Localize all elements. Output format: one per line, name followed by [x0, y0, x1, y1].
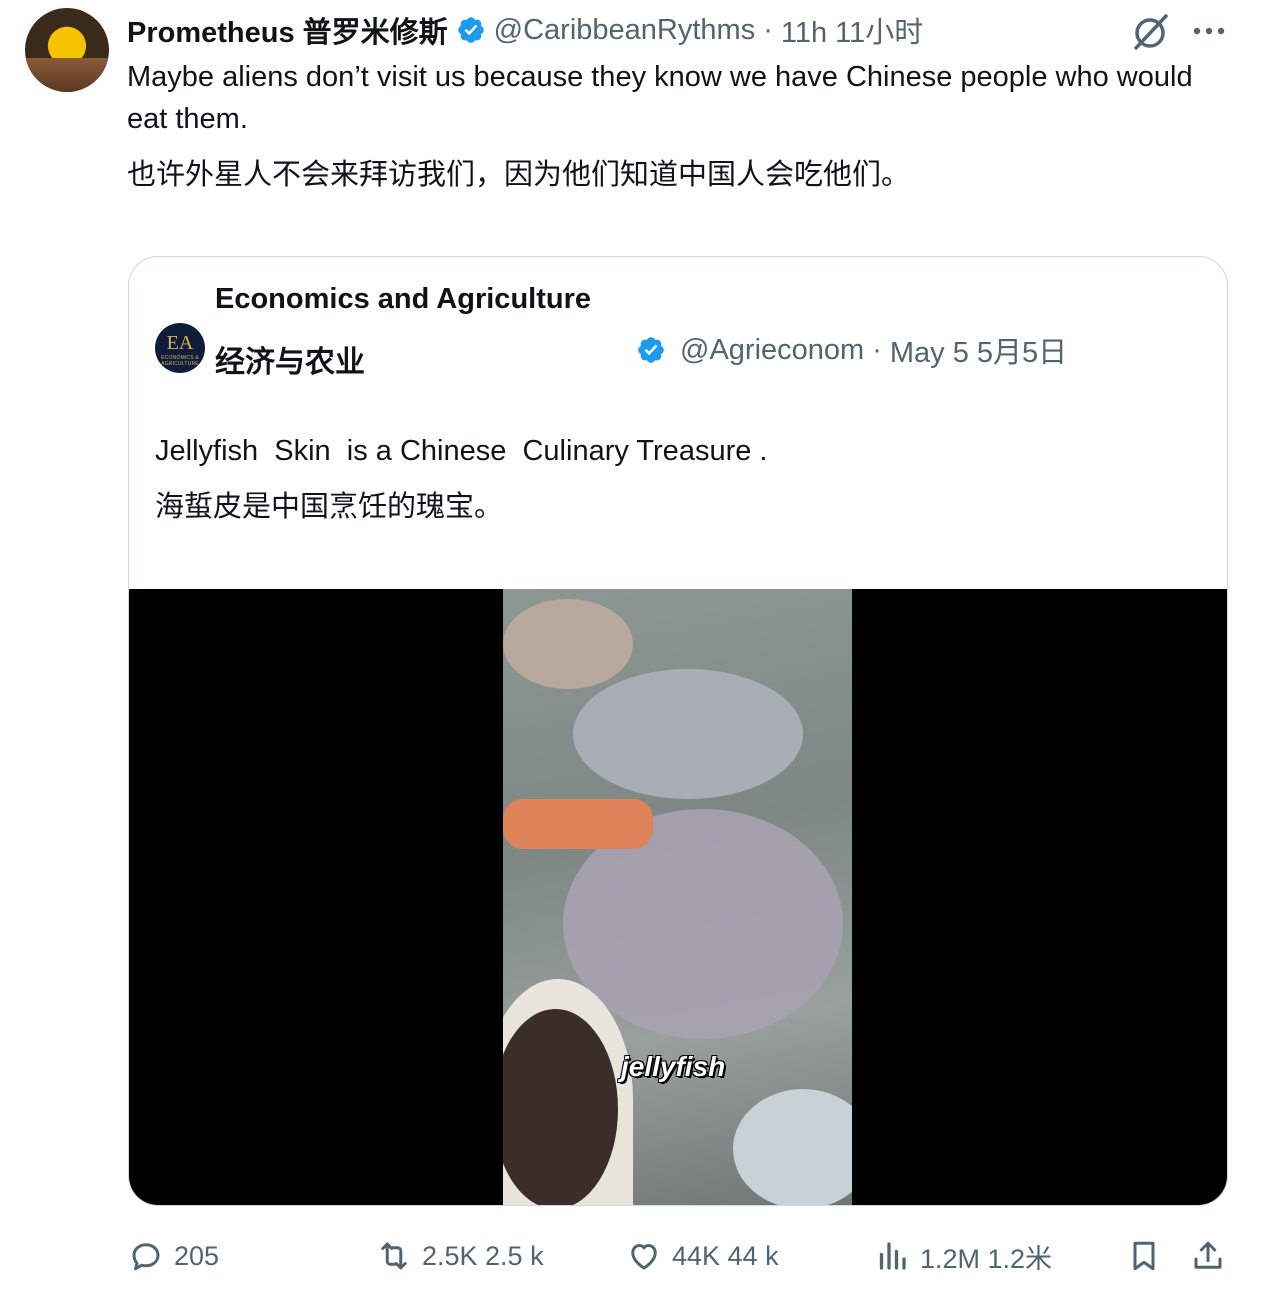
quoted-avatar-subtext: ECONOMICS & AGRICULTURE — [161, 355, 199, 367]
quoted-display-name[interactable]: Economics and Agriculture — [215, 283, 591, 316]
quoted-display-name-zh[interactable]: 经济与农业 — [215, 337, 365, 381]
reply-icon — [132, 1243, 160, 1271]
video-player[interactable]: jellyfish — [129, 589, 1227, 1205]
video-caption: jellyfish — [621, 1051, 726, 1082]
reply-button[interactable]: 205 — [128, 1226, 219, 1286]
separator-dot: · — [872, 333, 882, 366]
video-frame: jellyfish — [503, 589, 852, 1205]
tweet-text-translation: 也许外星人不会来拜访我们，因为他们知道中国人会吃他们。 — [127, 159, 911, 191]
repost-count: 2.5K 2.5 k — [422, 1240, 544, 1271]
tweet-timestamp[interactable]: 11h 11小时 — [781, 9, 923, 51]
separator-dot: · — [763, 13, 773, 46]
repost-icon — [381, 1242, 407, 1270]
author-display-name[interactable]: Prometheus 普罗米修斯 — [127, 9, 448, 51]
tweet-header: Prometheus 普罗米修斯 @CaribbeanRythms · 11h … — [127, 10, 923, 50]
like-button[interactable]: 44K 44 k — [626, 1226, 779, 1286]
share-button[interactable] — [1190, 1226, 1236, 1286]
quoted-handle[interactable]: @Agrieconom — [680, 334, 864, 367]
verified-badge-icon — [638, 337, 664, 363]
bookmark-button[interactable] — [1126, 1226, 1172, 1286]
quoted-text-zh: 海蜇皮是中国烹饪的瑰宝。 — [155, 491, 504, 523]
views-count: 1.2M 1.2米 — [920, 1243, 1053, 1274]
quoted-avatar[interactable]: EA ECONOMICS & AGRICULTURE — [155, 323, 205, 373]
author-handle[interactable]: @CaribbeanRythms — [494, 14, 756, 47]
more-icon[interactable] — [1190, 14, 1228, 48]
action-bar: 205 2.5K 2.5 k 44K 44 k 1.2M 1.2米 — [0, 1226, 1280, 1286]
views-button[interactable]: 1.2M 1.2米 — [874, 1226, 1052, 1286]
bookmark-icon — [1133, 1241, 1155, 1271]
reply-count: 205 — [174, 1240, 220, 1271]
like-count: 44K 44 k — [672, 1240, 779, 1271]
quoted-date[interactable]: May 5 5月5日 — [890, 329, 1067, 371]
author-avatar[interactable] — [25, 8, 109, 92]
quoted-text: Jellyfish Skin is a Chinese Culinary Tre… — [155, 423, 767, 535]
quoted-avatar-text: EA — [166, 332, 194, 354]
verified-badge-icon — [457, 17, 484, 43]
quoted-text-en: Jellyfish Skin is a Chinese Culinary Tre… — [155, 435, 768, 467]
tweet-text: Maybe aliens don’t visit us because they… — [127, 61, 1193, 135]
quoted-tweet[interactable]: Economics and Agriculture EA ECONOMICS &… — [128, 256, 1228, 1206]
grok-icon[interactable] — [1130, 12, 1170, 52]
repost-button[interactable]: 2.5K 2.5 k — [376, 1226, 544, 1286]
like-icon — [631, 1244, 657, 1270]
views-icon — [879, 1242, 906, 1270]
share-icon — [1194, 1241, 1222, 1269]
quoted-meta: @Agrieconom · May 5 5月5日 — [636, 329, 1067, 371]
